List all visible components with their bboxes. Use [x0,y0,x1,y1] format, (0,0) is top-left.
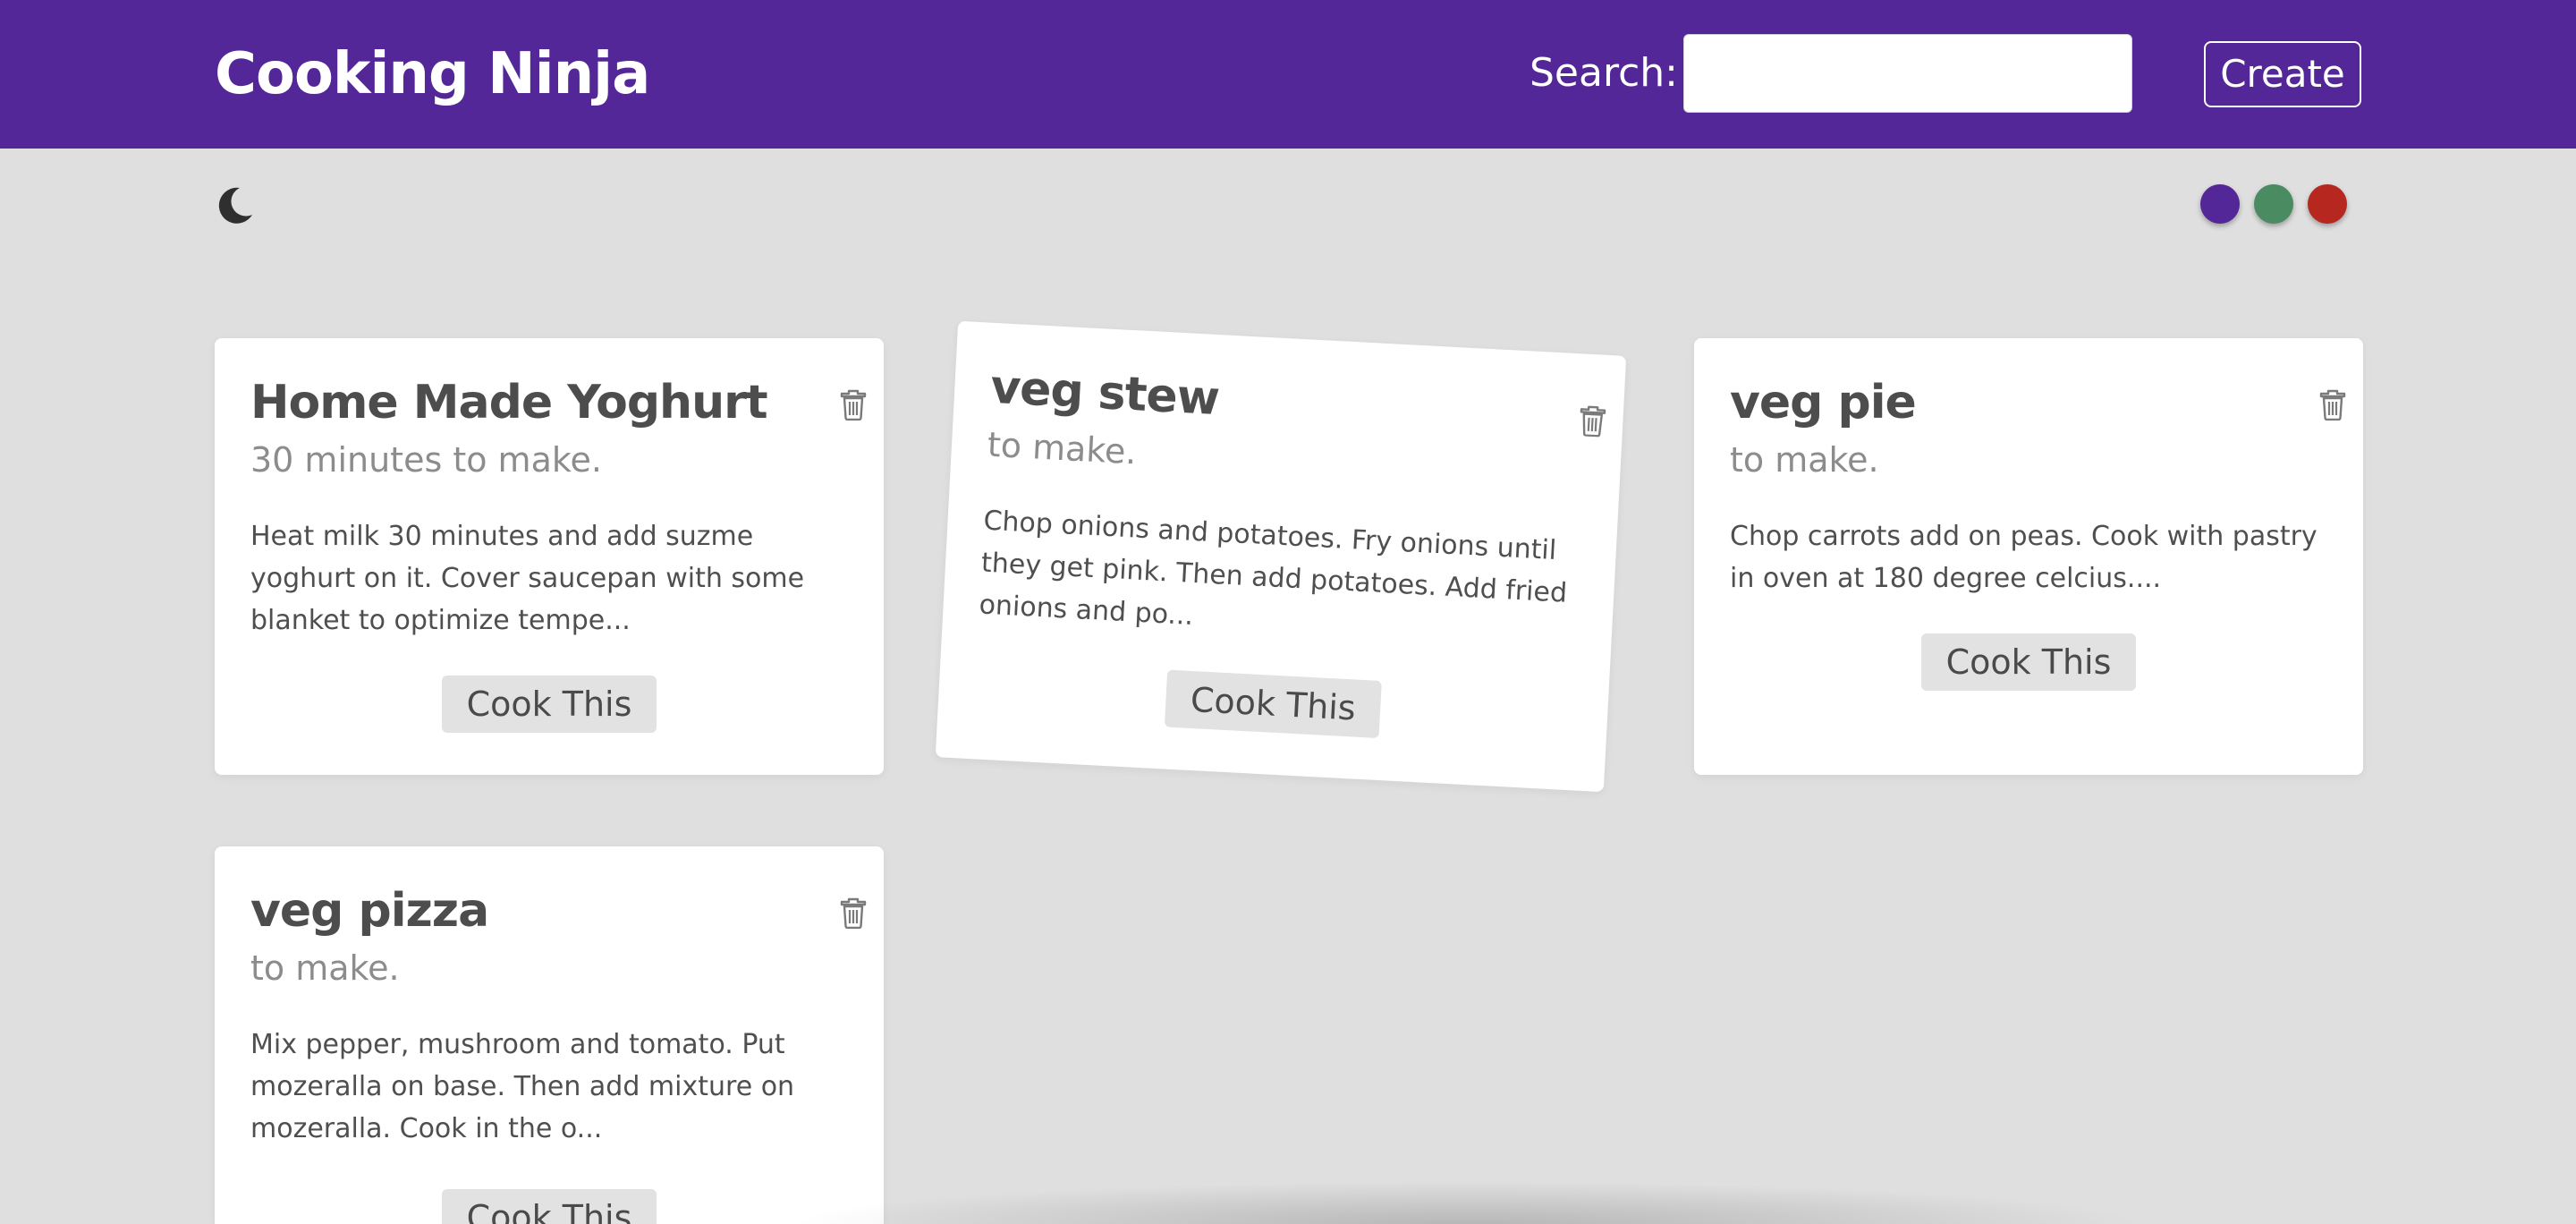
search-label: Search: [1530,50,1678,96]
recipe-cooking-time: to make. [250,948,400,988]
trash-icon[interactable] [839,388,868,421]
recipe-method: Mix pepper, mushroom and tomato. Put moz… [250,1029,795,1144]
theme-color-green[interactable] [2254,184,2293,224]
brand-title[interactable]: Cooking Ninja [215,36,650,113]
cook-this-button[interactable]: Cook This [442,676,657,733]
search-input[interactable] [1683,34,2132,113]
trash-icon[interactable] [1578,404,1608,438]
cook-this-button[interactable]: Cook This [442,1189,657,1224]
recipe-title: veg pizza [250,884,489,938]
recipe-title: Home Made Yoghurt [250,376,768,429]
recipe-card[interactable]: veg stew to make. Chop onions and potato… [935,320,1627,793]
moon-icon[interactable] [213,184,256,227]
recipe-method: Heat milk 30 minutes and add suzme yoghu… [250,521,805,636]
recipe-cooking-time: 30 minutes to make. [250,440,602,480]
create-button[interactable]: Create [2204,41,2361,107]
recipe-card[interactable]: veg pizza to make. Mix pepper, mushroom … [215,846,884,1224]
scroll-shadow [787,1181,2147,1224]
trash-icon[interactable] [839,897,868,929]
cook-this-button[interactable]: Cook This [1164,669,1382,739]
theme-color-purple[interactable] [2200,184,2240,224]
recipe-card[interactable]: veg pie to make. Chop carrots add on pea… [1694,338,2363,775]
cook-this-button[interactable]: Cook This [1921,633,2136,691]
recipe-title: veg pie [1730,376,1917,429]
navbar: Cooking Ninja Search: Create [0,0,2576,149]
theme-color-red[interactable] [2308,184,2347,224]
recipe-method: Chop onions and potatoes. Fry onions unt… [978,505,1568,632]
recipe-cooking-time: to make. [1730,440,1879,480]
trash-icon[interactable] [2318,388,2347,421]
recipe-method: Chop carrots add on peas. Cook with past… [1730,521,2318,594]
recipe-card[interactable]: Home Made Yoghurt 30 minutes to make. He… [215,338,884,775]
